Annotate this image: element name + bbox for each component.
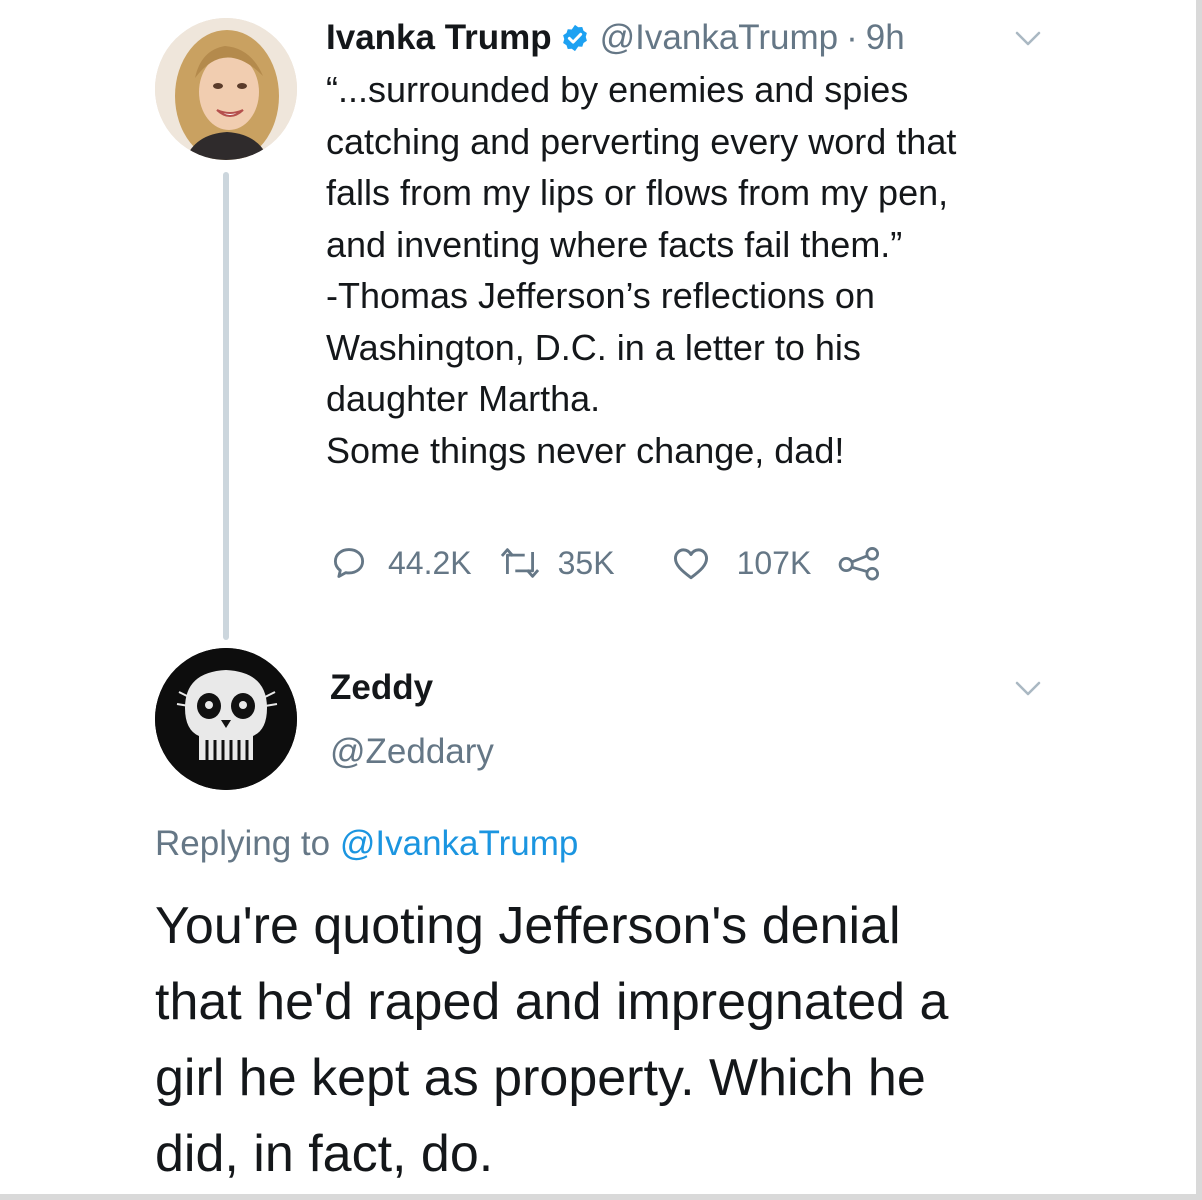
tweet-thread: Ivanka Trump @IvankaTrump · 9h “...surro… [0,0,1202,1200]
chevron-down-icon[interactable] [1014,30,1042,48]
tweet-text-line: falls from my lips or flows from my pen, [326,172,949,213]
tweet-text-line: “...surrounded by enemies and spies [326,69,909,110]
reply-author-handle[interactable]: @Zeddary [330,732,494,772]
verified-badge-icon [562,24,587,52]
author-handle[interactable]: @IvankaTrump [600,18,838,58]
tweet-text-line: -Thomas Jefferson’s reflections on [326,275,875,316]
share-button[interactable] [837,545,883,581]
image-border-bottom [0,1194,1202,1200]
tweet-text-line: daughter Martha. [326,378,601,419]
replying-to-line: Replying to @IvankaTrump [155,824,578,864]
replying-to-mention[interactable]: @IvankaTrump [340,824,578,863]
reply-text-line: that he'd raped and impregnated a [155,973,949,1031]
like-button[interactable]: 107K [671,544,812,582]
reply-icon [333,548,365,578]
like-icon [673,548,708,580]
tweet-action-bar: 44.2K 35K 107K [330,538,883,588]
retweet-count: 35K [557,544,615,581]
thread-connector-line [223,172,229,640]
chevron-down-icon[interactable] [1014,680,1042,698]
reply-text-line: You're quoting Jefferson's denial [155,897,901,955]
tweet-timestamp[interactable]: 9h [866,18,905,58]
retweet-button[interactable]: 35K [498,545,615,582]
image-border-right [1196,0,1202,1200]
tweet-text-line: Some things never change, dad! [326,429,845,471]
tweet-text-line: catching and perverting every word that [326,120,957,162]
tweet-text-line: Washington, D.C. in a letter to his [326,326,861,368]
ivanka-avatar[interactable] [155,18,297,160]
reply-text: You're quoting Jefferson's denial that h… [155,888,1155,1192]
tweet-text: “...surrounded by enemies and spies catc… [326,64,1046,476]
tweet-header: Ivanka Trump @IvankaTrump · 9h [326,14,905,62]
reply-text-line: girl he kept as property. Which he [155,1049,926,1107]
replying-to-prefix: Replying to [155,824,331,863]
meta-separator: · [846,18,858,57]
reply-author-name[interactable]: Zeddy [330,668,433,708]
reply-button[interactable]: 44.2K [330,544,472,582]
retweet-icon [500,548,539,578]
share-icon [838,547,880,581]
reply-count: 44.2K [388,544,472,581]
like-count: 107K [736,544,812,581]
zeddy-avatar[interactable] [155,648,297,790]
tweet-text-line: and inventing where facts fail them.” [326,223,903,265]
reply-text-line: did, in fact, do. [155,1125,494,1183]
author-name[interactable]: Ivanka Trump [326,18,552,58]
